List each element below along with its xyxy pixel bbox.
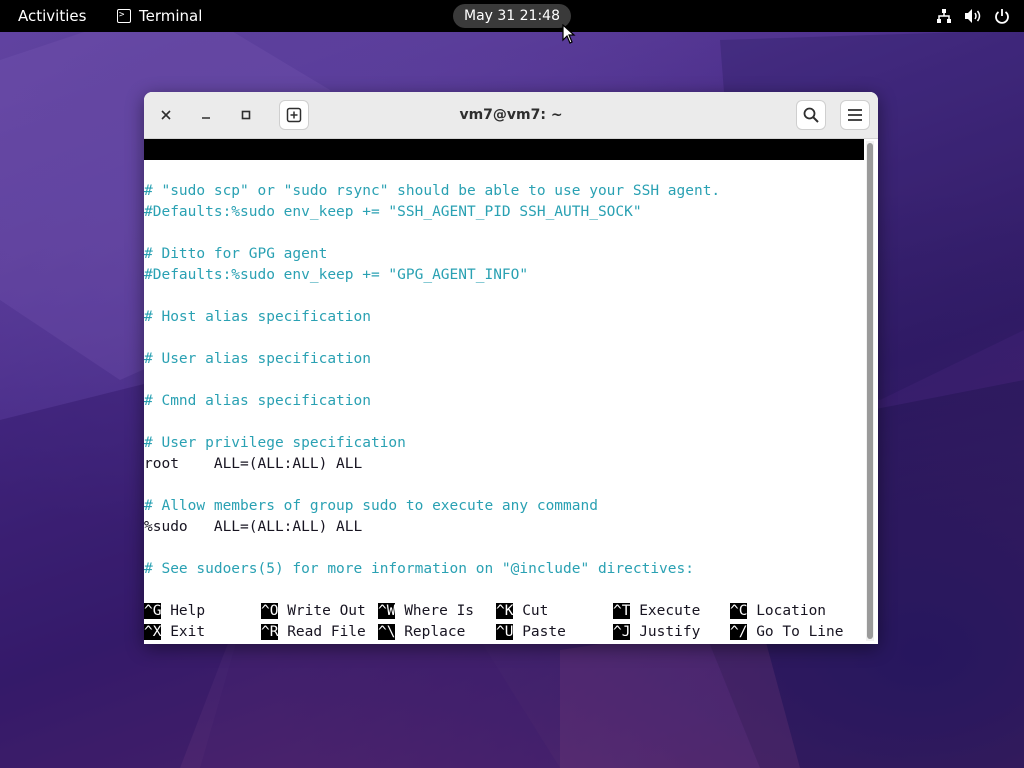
shortcut-label: Go To Line	[747, 624, 844, 640]
shortcut-help: ^G Help	[144, 601, 205, 622]
editor-line: root ALL=(ALL:ALL) ALL	[144, 456, 363, 472]
search-icon	[803, 107, 819, 123]
shortcut-label: Exit	[161, 624, 206, 640]
editor-line: # User alias specification	[144, 351, 371, 367]
shortcut-go-to-line: ^/ Go To Line	[730, 622, 844, 643]
network-icon	[936, 8, 952, 24]
shortcut-read-file: ^R Read File	[261, 622, 366, 643]
menu-button[interactable]	[840, 100, 870, 130]
shortcut-justify: ^J Justify	[613, 622, 700, 643]
terminal-content[interactable]: GNU nano 7.2 /etc/sudoers # "sudo scp" o…	[144, 139, 864, 644]
editor-line: # Allow members of group sudo to execute…	[144, 498, 598, 514]
editor-line: # User privilege specification	[144, 435, 406, 451]
shortcut-label: Justify	[630, 624, 701, 640]
shortcut-where-is: ^W Where Is	[378, 601, 474, 622]
shortcut-key: ^K	[496, 603, 514, 619]
editor-line: # Cmnd alias specification	[144, 393, 371, 409]
terminal-window: vm7@vm7: ~ GNU nano 7.2 /etc/sudoers # "…	[144, 92, 878, 644]
shortcut-key: ^O	[261, 603, 279, 619]
shortcut-execute: ^T Execute	[613, 601, 700, 622]
title-bar[interactable]: vm7@vm7: ~	[144, 92, 878, 139]
shortcut-key: ^C	[730, 603, 748, 619]
system-tray[interactable]	[936, 0, 1010, 32]
shortcut-key: ^/	[730, 624, 748, 640]
scrollbar-thumb[interactable]	[867, 143, 873, 639]
shortcut-replace: ^\ Replace	[378, 622, 465, 643]
shortcut-label: Write Out	[278, 603, 366, 619]
shortcut-label: Paste	[513, 624, 566, 640]
scrollbar[interactable]	[866, 141, 874, 641]
nano-header-bar: GNU nano 7.2 /etc/sudoers	[144, 139, 864, 199]
top-bar: Activities > Terminal May 31 21:48	[0, 0, 1024, 32]
window-title: vm7@vm7: ~	[459, 107, 563, 123]
shortcut-key: ^J	[613, 624, 631, 640]
shortcut-label: Read File	[278, 624, 366, 640]
shortcut-label: Replace	[395, 624, 466, 640]
shortcut-key: ^R	[261, 624, 279, 640]
editor-line: #Defaults:%sudo env_keep += "SSH_AGENT_P…	[144, 204, 642, 220]
shortcut-paste: ^U Paste	[496, 622, 566, 643]
hamburger-menu-icon	[848, 109, 862, 121]
shortcut-key: ^U	[496, 624, 514, 640]
mouse-cursor-icon	[562, 24, 576, 44]
shortcut-key: ^T	[613, 603, 631, 619]
editor-line: %sudo ALL=(ALL:ALL) ALL	[144, 519, 363, 535]
shortcut-key: ^G	[144, 603, 162, 619]
shortcut-key: ^\	[378, 624, 396, 640]
editor-line: # See sudoers(5) for more information on…	[144, 561, 694, 577]
shortcut-label: Cut	[513, 603, 549, 619]
power-icon	[994, 8, 1010, 24]
editor-line: # Host alias specification	[144, 309, 371, 325]
shortcut-cut: ^K Cut	[496, 601, 548, 622]
clock-button[interactable]: May 31 21:48	[453, 4, 571, 28]
app-menu-label: Terminal	[139, 7, 203, 25]
shortcut-label: Where Is	[395, 603, 475, 619]
app-menu[interactable]: > Terminal	[117, 0, 202, 32]
shortcut-key: ^W	[378, 603, 396, 619]
activities-button[interactable]: Activities	[18, 0, 86, 32]
shortcut-write-out: ^O Write Out	[261, 601, 366, 622]
editor-line: # Ditto for GPG agent	[144, 246, 328, 262]
shortcut-exit: ^X Exit	[144, 622, 205, 643]
editor-line: # "sudo scp" or "sudo rsync" should be a…	[144, 183, 721, 199]
search-button[interactable]	[796, 100, 826, 130]
volume-icon	[964, 8, 982, 24]
shortcut-label: Location	[747, 603, 827, 619]
shortcut-key: ^X	[144, 624, 162, 640]
terminal-app-icon: >	[117, 9, 131, 23]
shortcut-label: Help	[161, 603, 206, 619]
nano-version: GNU nano 7.2	[162, 162, 267, 178]
shortcut-location: ^C Location	[730, 601, 826, 622]
editor-line: #Defaults:%sudo env_keep += "GPG_AGENT_I…	[144, 267, 529, 283]
shortcut-label: Execute	[630, 603, 701, 619]
